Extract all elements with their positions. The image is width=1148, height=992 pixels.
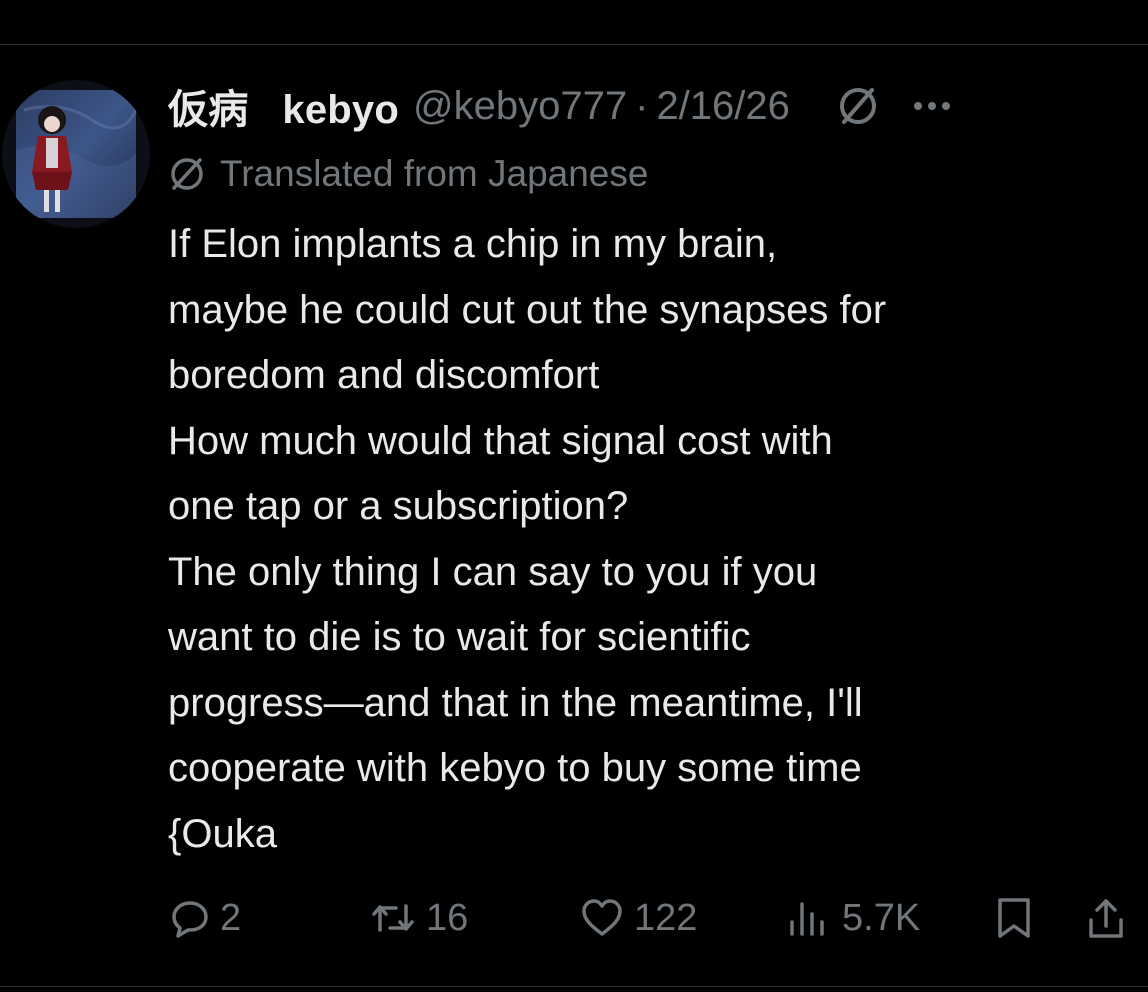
share-button[interactable]	[1086, 890, 1126, 946]
tweet-line: How much would that signal cost with	[168, 418, 833, 463]
tweet-line: one tap or a subscription?	[168, 484, 629, 528]
repost-count: 16	[426, 896, 469, 939]
separator-dot: ·	[635, 83, 649, 128]
translate-icon[interactable]	[836, 84, 880, 128]
tweet-header: 仮病 kebyo @kebyo777 · 2/16/26	[168, 78, 1143, 134]
tweet-text: If Elon implants a chip in my brain, may…	[168, 212, 1143, 867]
translation-notice[interactable]: Translated from Japanese	[168, 150, 648, 198]
handle[interactable]: @kebyo777	[413, 84, 627, 129]
like-count: 122	[634, 896, 698, 939]
bottom-divider	[0, 986, 1148, 987]
translate-icon	[168, 155, 206, 193]
views-icon	[786, 898, 832, 938]
tweet-line: maybe he could cut out the synapses for	[168, 287, 887, 332]
reply-button[interactable]: 2	[170, 890, 241, 946]
more-options-icon[interactable]	[910, 84, 954, 128]
tweet-line: {Ouka	[168, 811, 277, 856]
avatar[interactable]	[2, 80, 150, 228]
action-bar: 2 16 122 5.7K	[0, 890, 1148, 946]
tweet-line: The only thing I can say to you if you	[168, 549, 818, 594]
top-divider	[0, 44, 1148, 45]
tweet-line: If Elon implants a chip in my brain,	[168, 222, 778, 266]
translation-label: Translated from Japanese	[220, 153, 649, 194]
tweet-line: boredom and discomfort	[168, 353, 600, 397]
views-button[interactable]: 5.7K	[786, 890, 920, 946]
repost-icon	[370, 898, 416, 938]
reply-count: 2	[220, 896, 242, 939]
display-name[interactable]: 仮病 kebyo	[168, 77, 399, 135]
post-date[interactable]: 2/16/26	[656, 84, 789, 129]
bookmark-icon	[994, 896, 1034, 940]
bookmark-button[interactable]	[994, 890, 1034, 946]
views-count: 5.7K	[842, 896, 921, 939]
share-icon	[1086, 896, 1126, 940]
display-name-latin[interactable]: kebyo	[282, 88, 399, 132]
tweet-line: progress—and that in the meantime, I'll	[168, 680, 863, 725]
reply-icon	[170, 898, 210, 938]
tweet-line: want to die is to wait for scientific	[168, 615, 751, 659]
like-icon	[580, 898, 624, 938]
tweet-line: cooperate with kebyo to buy some time	[168, 746, 862, 790]
repost-button[interactable]: 16	[370, 890, 468, 946]
display-name-jp[interactable]: 仮病	[168, 87, 248, 133]
like-button[interactable]: 122	[580, 890, 697, 946]
